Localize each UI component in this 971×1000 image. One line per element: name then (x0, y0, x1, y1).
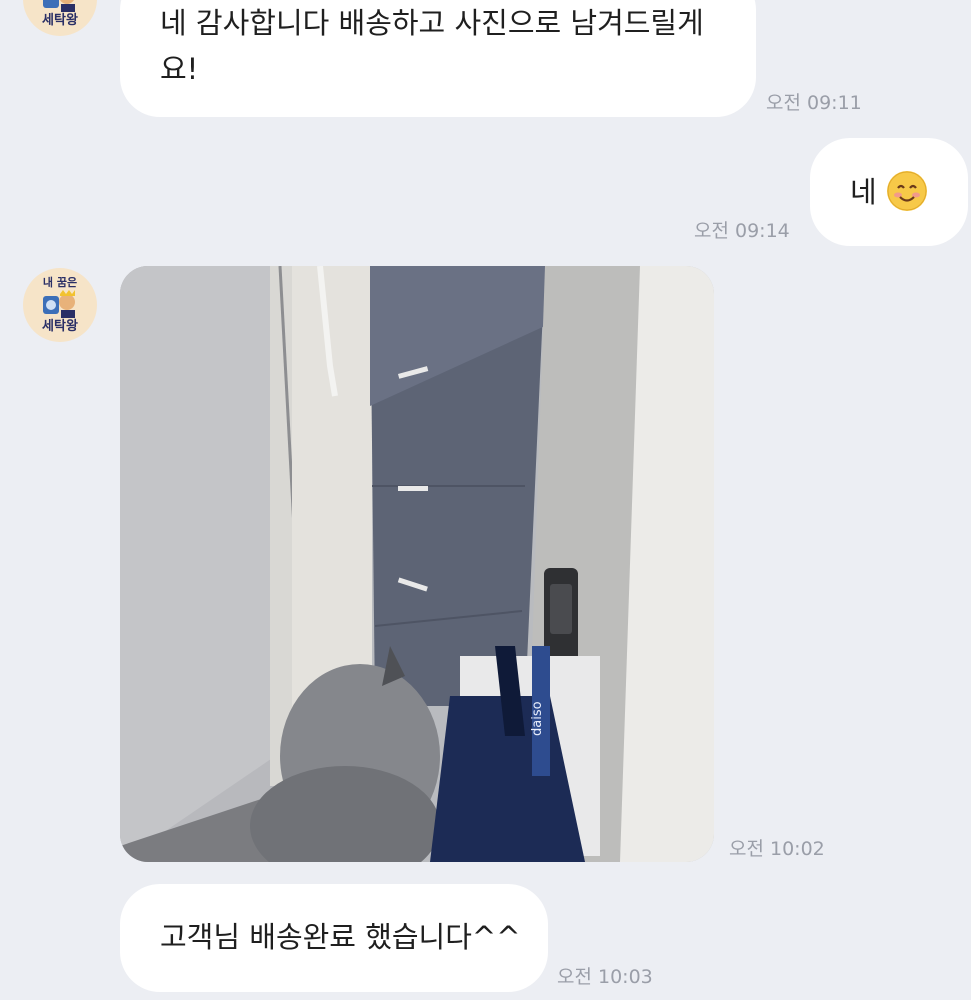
received-message: 고객님 배송완료 했습니다^^ (120, 884, 548, 992)
svg-text:daiso: daiso (530, 701, 545, 736)
door-photo-image: daiso (120, 266, 714, 862)
sender-avatar[interactable]: 세탁왕 (23, 0, 97, 36)
avatar-label: 세탁왕 (42, 319, 78, 334)
message-time: 오전 09:11 (766, 92, 862, 114)
sender-avatar[interactable]: 내 꿈은 세탁왕 (23, 268, 97, 342)
avatar-label: 세탁왕 (42, 13, 78, 28)
laundry-king-icon (43, 290, 75, 318)
message-time: 오전 10:03 (557, 966, 653, 988)
message-text: 네 감사합니다 배송하고 사진으로 남겨드릴게요! (160, 6, 704, 86)
sent-message: 네 (810, 138, 968, 246)
received-message: 네 감사합니다 배송하고 사진으로 남겨드릴게요! (120, 0, 756, 117)
delivery-photo[interactable]: daiso (120, 266, 714, 862)
message-time: 오전 09:14 (694, 220, 790, 242)
smiling-face-icon (886, 171, 927, 211)
avatar-label-top: 내 꿈은 (42, 276, 78, 289)
message-text: 고객님 배송완료 했습니다^^ (160, 920, 521, 954)
message-time: 오전 10:02 (729, 838, 825, 860)
message-text: 네 (850, 175, 877, 209)
